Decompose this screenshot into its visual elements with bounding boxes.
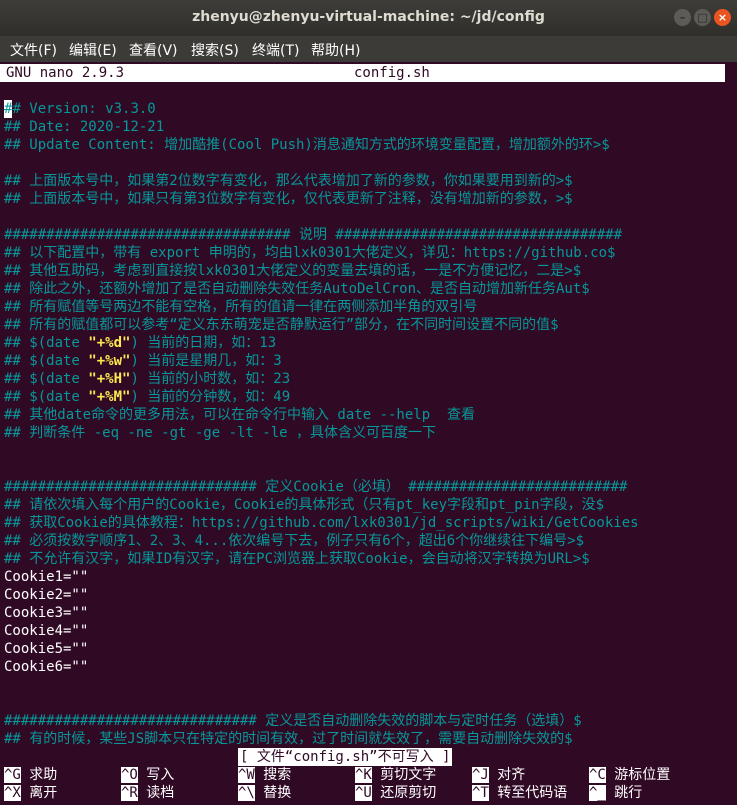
shortcut-justify[interactable]: ^J 对齐 <box>472 766 525 784</box>
line-version: # Version: v3.3.0 <box>12 101 156 117</box>
line-cookie-4: ## 不允许有汉字，如果ID有汉字，请在PC浏览器上获取Cookie，会自动将汉… <box>4 551 590 567</box>
code-text: ## $(date <box>4 389 89 405</box>
code-text: ) 当前的分钟数，如：49 <box>130 389 291 405</box>
cookie6-line: Cookie6="" <box>4 659 89 675</box>
line-conditions: ## 判断条件 -eq -ne -gt -ge -lt -le ，具体含义可百度… <box>4 425 437 441</box>
string-literal: "+%M" <box>88 389 131 405</box>
menu-help[interactable]: 帮助(H) <box>311 40 360 60</box>
line-date-w: ## $(date "+%w") 当前是星期几，如：3 <box>4 352 282 370</box>
code-text: ) 当前的日期，如：13 <box>130 335 277 351</box>
line-section-cookie: ############################## 定义Cookie（… <box>4 479 628 495</box>
shortcut-label: 搜索 <box>263 767 292 783</box>
line-note-1: ## 上面版本号中，如果第2位数字有变化，那么代表增加了新的参数，你如果要用到新… <box>4 173 573 189</box>
line-date-d: ## $(date "+%d") 当前的日期，如：13 <box>4 334 276 352</box>
shortcut-key: ^J <box>472 767 489 783</box>
shortcut-uncut[interactable]: ^U 还原剪切 <box>355 784 436 802</box>
code-text: ## $(date <box>4 371 89 387</box>
shortcut-replace[interactable]: ^\ 替换 <box>238 784 291 802</box>
line-cookie-3: ## 必须按数字顺序1、2、3、4...依次编号下去，例子只有6个，超出6个你继… <box>4 533 584 549</box>
line-cookie-2: ## 获取Cookie的具体教程：https://github.com/lxk0… <box>4 515 639 531</box>
shortcut-key: ^W <box>238 767 255 783</box>
menubar: 文件(F) 编辑(E) 查看(V) 搜索(S) 终端(T) 帮助(H) <box>0 36 737 62</box>
menu-file[interactable]: 文件(F) <box>10 40 57 60</box>
shortcut-to-spell[interactable]: ^T 转至代码语 <box>472 784 567 802</box>
menu-search[interactable]: 搜索(S) <box>191 40 239 60</box>
line-section-autodel: ############################## 定义是否自动删除失… <box>4 713 582 729</box>
cookie2-line: Cookie2="" <box>4 587 89 603</box>
line-date-h: ## $(date "+%H") 当前的小时数，如：23 <box>4 370 290 388</box>
shortcut-label: 替换 <box>263 785 292 801</box>
line-date-m: ## $(date "+%M") 当前的分钟数，如：49 <box>4 388 290 406</box>
shortcut-exit[interactable]: ^X 离开 <box>4 784 57 802</box>
cookie3-line: Cookie3="" <box>4 605 89 621</box>
line-autodel-1: ## 有的时候，某些JS脚本只在特定的时间有效，过了时间就失效了，需要自动删除失… <box>4 731 573 747</box>
code-text: ## $(date <box>4 353 89 369</box>
menu-edit[interactable]: 编辑(E) <box>69 40 117 60</box>
string-literal: "+%w" <box>88 353 131 369</box>
shortcut-key: ^K <box>355 767 372 783</box>
line-date: ## Date: 2020-12-21 <box>4 119 165 135</box>
shortcut-cursor-pos[interactable]: ^C 游标位置 <box>589 766 670 784</box>
nano-version: GNU nano 2.9.3 <box>6 65 125 81</box>
string-literal: "+%d" <box>88 335 131 351</box>
terminal-area[interactable]: GNU nano 2.9.3 config.sh ## Version: v3.… <box>0 62 737 805</box>
shortcut-write[interactable]: ^O 写入 <box>121 766 174 784</box>
code-line: ## Version: v3.3.0 <box>4 100 156 118</box>
shortcut-label: 写入 <box>146 767 175 783</box>
code-text: ## $(date <box>4 335 89 351</box>
shortcut-label: 对齐 <box>497 767 526 783</box>
string-literal: "+%H" <box>88 371 131 387</box>
shortcut-key: ^T <box>472 785 489 801</box>
line-desc-4: ## 所有赋值等号两边不能有空格，所有的值请一律在两侧添加半角的双引号 <box>4 299 478 315</box>
line-desc-5: ## 所有的赋值都可以参考“定义东东萌宠是否静默运行”部分，在不同时间设置不同的… <box>4 317 559 333</box>
cookie5-line: Cookie5="" <box>4 641 89 657</box>
shortcut-cut[interactable]: ^K 剪切文字 <box>355 766 436 784</box>
code-text: ) 当前的小时数，如：23 <box>130 371 291 387</box>
cookie1-line: Cookie1="" <box>4 569 89 585</box>
close-icon[interactable]: × <box>714 9 731 26</box>
line-desc-1: ## 以下配置中，带有 export 申明的，均由lxk0301大佬定义，详见：… <box>4 245 616 261</box>
maximize-icon[interactable]: □ <box>694 9 711 26</box>
code-text: ) 当前是星期几，如：3 <box>130 353 282 369</box>
line-update: ## Update Content: 增加酷推(Cool Push)消息通知方式… <box>4 137 610 153</box>
shortcut-label: 游标位置 <box>614 767 671 783</box>
cookie4-line: Cookie4="" <box>4 623 89 639</box>
shortcut-key: ^C <box>589 767 606 783</box>
shortcut-label: 求助 <box>29 767 58 783</box>
shortcut-label: 跳行 <box>614 785 643 801</box>
minimize-icon[interactable]: – <box>674 9 691 26</box>
shortcut-key: ^\ <box>238 785 255 801</box>
shortcut-goto-line[interactable]: ^_ 跳行 <box>589 784 642 802</box>
status-message: [ 文件“config.sh”不可写入 ] <box>238 748 453 766</box>
window-title: zhenyu@zhenyu-virtual-machine: ~/jd/conf… <box>192 9 545 25</box>
line-desc-3: ## 除此之外，还额外增加了是否自动删除失效任务AutoDelCron、是否自动… <box>4 281 590 297</box>
shortcut-label: 读档 <box>146 785 175 801</box>
shortcut-key: ^R <box>121 785 138 801</box>
menu-view[interactable]: 查看(V) <box>129 40 178 60</box>
window-titlebar[interactable]: zhenyu@zhenyu-virtual-machine: ~/jd/conf… <box>0 0 737 36</box>
shortcut-search[interactable]: ^W 搜索 <box>238 766 291 784</box>
shortcut-key: ^U <box>355 785 372 801</box>
nano-header: GNU nano 2.9.3 config.sh <box>0 64 725 82</box>
shortcut-key: ^_ <box>589 785 606 801</box>
shortcut-label: 还原剪切 <box>380 785 437 801</box>
shortcut-read[interactable]: ^R 读档 <box>121 784 174 802</box>
shortcut-key: ^O <box>121 767 138 783</box>
nano-filename: config.sh <box>354 65 430 81</box>
line-note-2: ## 上面版本号中，如果只有第3位数字有变化，仅代表更新了注释，没有增加新的参数… <box>4 191 573 207</box>
line-cookie-1: ## 请依次填入每个用户的Cookie，Cookie的具体形式（只有pt_key… <box>4 497 605 513</box>
menu-terminal[interactable]: 终端(T) <box>252 40 299 60</box>
shortcut-key: ^G <box>4 767 21 783</box>
shortcut-label: 转至代码语 <box>497 785 568 801</box>
shortcut-help[interactable]: ^G 求助 <box>4 766 57 784</box>
shortcut-key: ^X <box>4 785 21 801</box>
line-desc-2: ## 其他互助码，考虑到直接按lxk0301大佬定义的变量去填的话，一是不方便记… <box>4 263 582 279</box>
line-section-desc: ################################## 说明 ##… <box>4 227 623 243</box>
line-date-help: ## 其他date命令的更多用法，可以在命令行中输入 date --help 查… <box>4 407 476 423</box>
shortcut-label: 离开 <box>29 785 58 801</box>
shortcut-label: 剪切文字 <box>380 767 437 783</box>
